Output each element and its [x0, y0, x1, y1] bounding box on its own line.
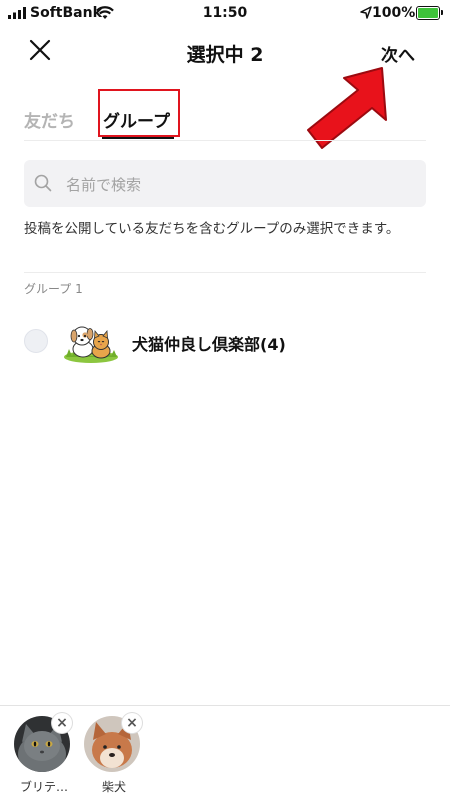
- selected-item-label: ブリテ…: [19, 780, 68, 794]
- selected-item-british-cat[interactable]: × ブリテ…: [14, 713, 74, 794]
- search-placeholder: 名前で検索: [66, 176, 142, 194]
- active-tab-indicator: [102, 137, 174, 139]
- tab-divider: [24, 140, 426, 141]
- select-radio[interactable]: [24, 329, 48, 353]
- section-label: グループ 1: [24, 282, 83, 296]
- tab-friends[interactable]: 友だち: [24, 107, 75, 132]
- list-item-group[interactable]: 犬猫仲良し倶楽部(4): [0, 318, 450, 366]
- battery-percent: 100%: [372, 5, 416, 21]
- location-arrow-icon: [360, 6, 372, 19]
- remove-button[interactable]: ×: [52, 713, 72, 733]
- search-icon: [34, 174, 52, 192]
- selected-item-shiba[interactable]: × 柴犬: [84, 713, 144, 794]
- status-bar: SoftBank 11:50 100%: [0, 0, 450, 28]
- selected-item-label: 柴犬: [101, 780, 126, 794]
- annotation-arrow-icon: [307, 67, 387, 149]
- section-divider: [24, 272, 426, 273]
- group-name: 犬猫仲良し倶楽部(4): [132, 335, 286, 354]
- close-icon: ×: [56, 715, 68, 731]
- battery-icon: [416, 6, 443, 20]
- description-text: 投稿を公開している友だちを含むグループのみ選択できます。: [24, 221, 400, 237]
- remove-button[interactable]: ×: [122, 713, 142, 733]
- tray-divider: [0, 705, 450, 706]
- highlight-box: [98, 89, 180, 137]
- search-input[interactable]: 名前で検索: [24, 160, 426, 207]
- group-avatar-dog-cat-icon: [64, 326, 118, 363]
- close-icon: ×: [126, 715, 138, 731]
